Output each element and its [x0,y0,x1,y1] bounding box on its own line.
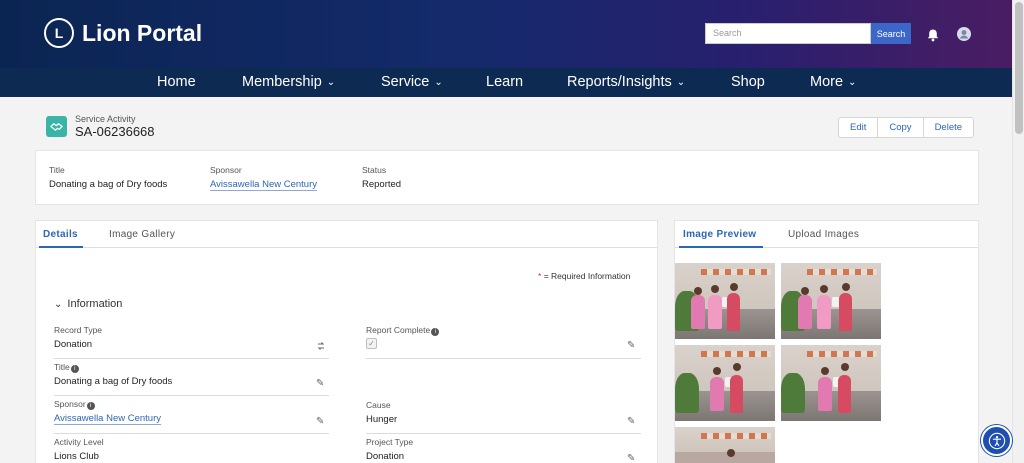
search-input[interactable]: Search [705,23,871,44]
cause-label: Cause [366,400,391,410]
info-icon: i [86,402,95,410]
tab-image-gallery[interactable]: Image Gallery [109,229,175,240]
report-complete-label: Report Complete i [366,325,440,336]
user-avatar-icon[interactable] [957,27,971,41]
accessibility-icon[interactable] [981,425,1012,456]
scrollbar-thumb[interactable] [1015,2,1023,134]
lions-emblem-icon: L [44,18,74,48]
record-type-label: Record Type [54,325,103,335]
pencil-edit-icon[interactable]: ✎ [627,454,637,463]
main-navigation: Home Membership ⌄ Service ⌄ Learn Reports/… [0,68,1012,97]
tab-upload-images[interactable]: Upload Images [788,229,859,240]
information-section-toggle[interactable]: ⌄ Information [54,298,122,310]
top-header: L Lion Portal Search Search [0,0,1012,68]
active-tab-indicator [679,246,763,248]
gallery-image[interactable] [781,345,881,421]
search-button[interactable]: Search [871,23,911,44]
pencil-edit-icon[interactable]: ✎ [316,417,326,427]
record-name: SA-06236668 [75,124,155,139]
change-record-type-icon[interactable] [316,341,326,351]
chevron-down-icon: ⌄ [434,77,443,88]
delete-button[interactable]: Delete [924,118,973,137]
project-type-value: Donation [366,451,405,462]
notification-bell-icon[interactable] [926,28,940,42]
cause-value: Hunger [366,414,398,425]
record-actions: Edit Copy Delete [838,117,975,138]
project-type-label: Project Type [366,437,414,447]
nav-home[interactable]: Home [157,74,196,90]
nav-learn[interactable]: Learn [486,74,523,90]
gallery-image[interactable] [675,345,775,421]
required-info-note: * = Required Information [538,271,631,281]
pencil-edit-icon[interactable]: ✎ [627,417,637,427]
chevron-down-icon: ⌄ [848,77,857,88]
nav-service[interactable]: Service ⌄ [381,74,443,90]
app-title: Lion Portal [82,19,203,46]
gallery-image[interactable] [675,427,775,463]
pencil-edit-icon[interactable]: ✎ [316,379,326,389]
image-tabs: Image Preview Upload Images [675,221,978,248]
title-value: Donating a bag of Dry foods [54,376,173,387]
highlight-sponsor-label: Sponsor [210,165,242,175]
edit-button[interactable]: Edit [839,118,879,137]
activity-level-value: Lions Club [54,451,99,462]
record-object-type: Service Activity [75,114,136,124]
gallery-image[interactable] [781,263,881,339]
pencil-edit-icon[interactable]: ✎ [627,341,637,351]
page-scrollbar[interactable] [1012,0,1024,463]
report-complete-checkbox[interactable]: ✓ [366,338,377,349]
sponsor-label: Sponsor i [54,399,95,410]
highlight-title-value: Donating a bag of Dry foods [49,179,168,190]
copy-button[interactable]: Copy [878,118,924,137]
service-activity-icon [46,116,67,137]
field-divider [54,395,329,396]
field-divider [366,433,641,434]
activity-level-label: Activity Level [54,437,104,447]
highlight-sponsor-link[interactable]: Avissawella New Century [210,179,318,191]
highlight-status-label: Status [362,165,387,175]
info-icon: i [431,328,440,336]
field-divider [54,433,329,434]
tab-details[interactable]: Details [43,229,78,240]
details-tabs: Details Image Gallery [36,221,657,248]
nav-reports-insights[interactable]: Reports/Insights ⌄ [567,74,685,90]
field-divider [366,358,641,359]
chevron-down-icon: ⌄ [326,77,336,88]
record-highlights: Title Donating a bag of Dry foods Sponso… [35,150,979,205]
field-divider [54,358,329,359]
chevron-down-icon: ⌄ [676,77,686,88]
chevron-down-icon: ⌄ [54,299,63,310]
info-icon: i [70,365,79,373]
record-type-value: Donation [54,339,93,350]
title-label: Title i [54,362,79,373]
nav-membership[interactable]: Membership ⌄ [242,74,335,90]
nav-more[interactable]: More ⌄ [810,74,856,90]
tab-image-preview[interactable]: Image Preview [683,229,756,240]
details-card: Details Image Gallery * = Required Infor… [35,220,658,463]
sponsor-link[interactable]: Avissawella New Century [54,413,162,425]
highlight-title-label: Title [49,165,65,175]
nav-shop[interactable]: Shop [731,74,765,90]
lion-portal-logo[interactable]: L Lion Portal [44,18,202,48]
highlight-status-value: Reported [362,179,402,190]
active-tab-indicator [39,246,83,248]
gallery-image[interactable] [675,263,775,339]
